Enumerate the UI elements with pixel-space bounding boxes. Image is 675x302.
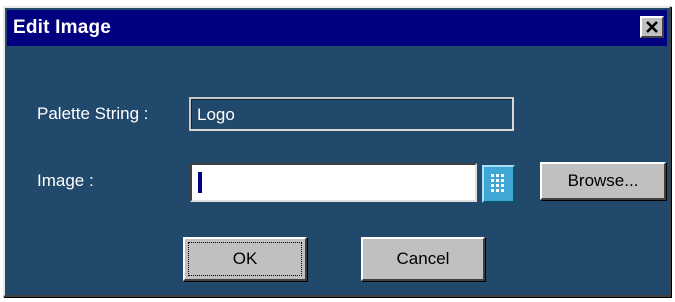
cancel-button-label: Cancel [396, 249, 450, 268]
close-button[interactable] [640, 16, 664, 38]
palette-string-value: Logo [197, 105, 235, 124]
image-label: Image : [37, 171, 94, 190]
grid-icon [491, 174, 504, 192]
dialog-title: Edit Image [13, 17, 112, 38]
ok-button[interactable]: OK [183, 237, 307, 281]
text-caret [198, 172, 202, 193]
focus-rectangle [188, 242, 302, 276]
image-input[interactable] [190, 163, 477, 202]
browse-button-label: Browse... [567, 171, 639, 190]
palette-string-label: Palette String : [37, 104, 149, 123]
cancel-button[interactable]: Cancel [361, 237, 485, 281]
browse-button[interactable]: Browse... [540, 162, 666, 200]
palette-string-field[interactable]: Logo [189, 97, 514, 131]
close-icon [646, 21, 658, 33]
edit-image-dialog: Edit Image Palette String : Logo Image :… [3, 6, 671, 297]
image-picker-button[interactable] [482, 165, 515, 203]
title-bar: Edit Image [7, 10, 667, 46]
